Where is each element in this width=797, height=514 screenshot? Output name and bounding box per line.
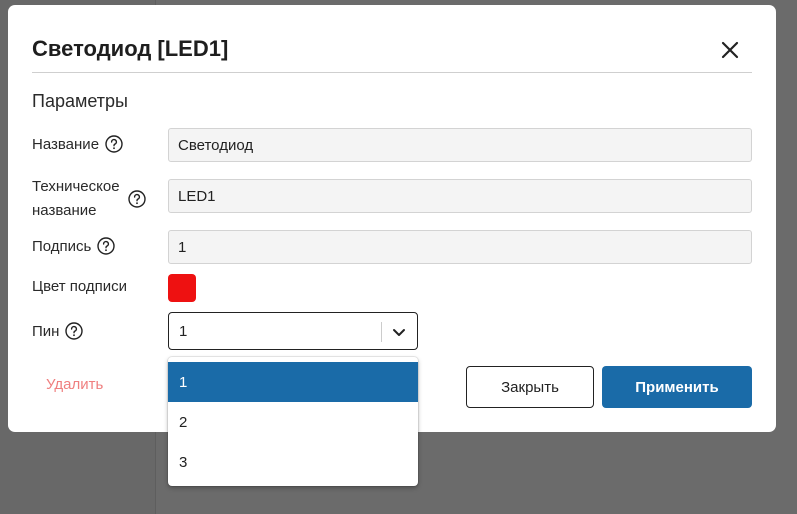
- section-title: Параметры: [32, 91, 128, 111]
- close-button[interactable]: Закрыть: [466, 366, 594, 408]
- caption-color-label: Цвет подписи: [32, 278, 127, 295]
- apply-button[interactable]: Применить: [602, 366, 752, 408]
- dialog-title: Светодиод [LED1]: [32, 36, 229, 61]
- help-icon[interactable]: [97, 237, 116, 255]
- dropdown-option[interactable]: 1: [168, 362, 418, 402]
- caption-color-swatch[interactable]: [168, 274, 196, 302]
- name-label: Название: [32, 135, 123, 153]
- tech-name-label-line1: Техническое: [32, 178, 120, 195]
- help-icon[interactable]: [105, 135, 123, 153]
- tech-name-label: Техническое название: [32, 175, 146, 223]
- tech-name-label-line2: название: [32, 202, 97, 219]
- dropdown-option[interactable]: 3: [168, 442, 418, 482]
- name-field[interactable]: [168, 128, 752, 162]
- pin-dropdown-menu: 1 2 3: [168, 357, 418, 486]
- help-icon[interactable]: [127, 190, 146, 208]
- name-label-text: Название: [32, 135, 100, 153]
- pin-label-text: Пин: [32, 322, 60, 340]
- delete-button[interactable]: Удалить: [46, 376, 103, 393]
- caption-color-label-text: Цвет подписи: [32, 278, 128, 295]
- caption-label-text: Подпись: [32, 237, 92, 255]
- caption-label: Подпись: [32, 237, 116, 255]
- caption-field[interactable]: [168, 230, 752, 264]
- help-icon[interactable]: [65, 322, 84, 340]
- select-separator: [381, 322, 382, 342]
- title-divider: [32, 72, 752, 73]
- pin-select[interactable]: 1: [168, 312, 418, 350]
- pin-label: Пин: [32, 322, 84, 340]
- pin-select-value: 1: [179, 323, 188, 340]
- dropdown-option[interactable]: 2: [168, 402, 418, 442]
- close-icon[interactable]: [718, 38, 742, 62]
- chevron-down-icon[interactable]: [390, 323, 408, 341]
- tech-name-field[interactable]: [168, 179, 752, 213]
